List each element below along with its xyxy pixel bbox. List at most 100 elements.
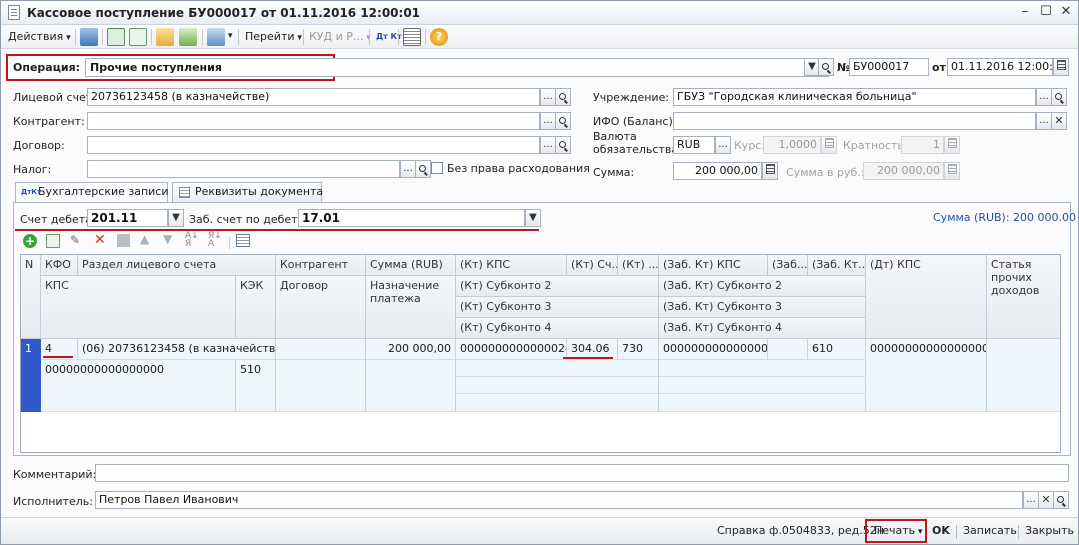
enter-on-basis-icon[interactable] bbox=[207, 28, 225, 46]
goto-menu-button[interactable]: Перейти bbox=[242, 27, 305, 47]
col-header-kt-account[interactable]: (Кт) Сч... bbox=[567, 255, 618, 276]
offbalance-account-field[interactable]: 17.01 bbox=[298, 209, 525, 227]
row-number-cell[interactable]: 1 bbox=[21, 339, 41, 412]
cell-other-income[interactable] bbox=[987, 339, 1060, 412]
col-header-sum[interactable]: Сумма (RUB) bbox=[366, 255, 456, 276]
operation-search-button[interactable] bbox=[818, 58, 834, 76]
date-field[interactable]: 01.11.2016 12:00:01 bbox=[947, 58, 1053, 76]
institution-search-button[interactable] bbox=[1051, 88, 1067, 106]
cell-zkt-sub2[interactable] bbox=[659, 360, 866, 377]
edit-document-icon[interactable] bbox=[156, 28, 174, 46]
number-field[interactable]: БУ000017 bbox=[849, 58, 929, 76]
post-document-icon[interactable] bbox=[80, 28, 98, 46]
col-header-purpose[interactable]: Назначение платежа bbox=[366, 276, 456, 339]
col-header-contract[interactable]: Договор bbox=[276, 276, 366, 339]
close-icon[interactable]: ✕ bbox=[1057, 4, 1075, 21]
col-header-kfo[interactable]: КФО bbox=[41, 255, 78, 276]
maximize-icon[interactable]: ☐ bbox=[1037, 4, 1055, 21]
date-calendar-button[interactable] bbox=[1053, 58, 1069, 76]
cell-zkt-a[interactable] bbox=[768, 339, 808, 360]
delete-row-icon[interactable]: ✕ bbox=[94, 232, 106, 248]
cell-kek[interactable]: 510 bbox=[236, 360, 276, 412]
offbalance-account-dropdown-button[interactable]: ▼ bbox=[525, 209, 541, 227]
cell-sum[interactable]: 200 000,00 bbox=[366, 339, 456, 360]
cell-kt-extra[interactable]: 730 bbox=[618, 339, 659, 360]
col-header-other-income[interactable]: Статья прочих доходов bbox=[987, 255, 1060, 339]
account-select-button[interactable]: ... bbox=[540, 88, 556, 106]
ifo-field[interactable] bbox=[673, 112, 1036, 130]
sort-asc-icon[interactable]: А↓ Я bbox=[185, 232, 199, 249]
cell-contract[interactable] bbox=[276, 360, 366, 412]
refresh-icon[interactable] bbox=[107, 28, 125, 46]
col-header-kt-kps[interactable]: (Кт) КПС bbox=[456, 255, 567, 276]
tax-select-button[interactable]: ... bbox=[400, 160, 416, 178]
copy-row-icon[interactable] bbox=[46, 234, 60, 248]
cell-kt-sub2[interactable] bbox=[456, 360, 659, 377]
cell-contragent[interactable] bbox=[276, 339, 366, 360]
sum-calc-button[interactable] bbox=[762, 162, 778, 180]
cell-zkt-b[interactable]: 610 bbox=[808, 339, 866, 360]
contract-field[interactable] bbox=[87, 136, 540, 154]
dt-kt-icon[interactable]: Дт Кт bbox=[373, 27, 405, 47]
tax-field[interactable] bbox=[87, 160, 400, 178]
account-search-button[interactable] bbox=[555, 88, 571, 106]
currency-select-button[interactable]: ... bbox=[715, 136, 731, 154]
tab-accounting-entries[interactable]: ДтКт Бухгалтерские записи bbox=[15, 182, 169, 203]
cell-zkt-sub3[interactable] bbox=[659, 377, 866, 394]
journal-icon[interactable] bbox=[403, 28, 421, 46]
ifo-select-button[interactable]: ... bbox=[1036, 112, 1052, 130]
fill-icon[interactable] bbox=[236, 234, 250, 247]
executor-select-button[interactable]: ... bbox=[1023, 491, 1039, 509]
col-header-kt-sub3[interactable]: (Кт) Субконто 3 bbox=[456, 297, 659, 318]
executor-field[interactable]: Петров Павел Иванович bbox=[95, 491, 1023, 509]
cell-kt-sub4[interactable] bbox=[456, 394, 659, 412]
ifo-clear-button[interactable]: ✕ bbox=[1051, 112, 1067, 130]
move-up-icon[interactable]: ▲ bbox=[140, 232, 149, 246]
add-row-icon[interactable]: + bbox=[23, 234, 37, 248]
col-header-kt-extra[interactable]: (Кт) ... bbox=[618, 255, 659, 276]
minimize-icon[interactable]: – bbox=[1016, 4, 1034, 21]
col-header-kt-sub2[interactable]: (Кт) Субконто 2 bbox=[456, 276, 659, 297]
cell-kt-kps[interactable]: 00000000000000244 bbox=[456, 339, 567, 360]
contragent-search-button[interactable] bbox=[555, 112, 571, 130]
copy-document-icon[interactable] bbox=[129, 28, 147, 46]
contract-search-button[interactable] bbox=[555, 136, 571, 154]
cell-purpose[interactable] bbox=[366, 360, 456, 412]
cell-zkt-kps[interactable]: 000000000000000... bbox=[659, 339, 768, 360]
cell-section[interactable]: (06) 20736123458 (в казначействе) bbox=[78, 339, 276, 360]
save-button[interactable]: Записать bbox=[963, 524, 1017, 537]
contract-select-button[interactable]: ... bbox=[540, 136, 556, 154]
executor-search-button[interactable] bbox=[1053, 491, 1069, 509]
cell-kps[interactable]: 00000000000000000 bbox=[41, 360, 236, 412]
account-field[interactable]: 20736123458 (в казначействе) bbox=[87, 88, 540, 106]
debit-account-dropdown-button[interactable]: ▼ bbox=[168, 209, 184, 227]
col-header-section[interactable]: Раздел лицевого счета bbox=[78, 255, 276, 276]
kud-menu-button[interactable]: КУД и Р... bbox=[306, 27, 374, 47]
col-header-kek[interactable]: КЭК bbox=[236, 276, 276, 339]
institution-field[interactable]: ГБУЗ "Городская клиническая больница" bbox=[673, 88, 1036, 106]
col-header-zkt-a[interactable]: (Заб... bbox=[768, 255, 808, 276]
col-header-zkt-sub2[interactable]: (Заб. Кт) Субконто 2 bbox=[659, 276, 866, 297]
tab-document-details[interactable]: Реквизиты документа bbox=[172, 182, 323, 202]
actions-menu-button[interactable]: Действия bbox=[5, 27, 74, 47]
debit-account-field[interactable]: 201.11 bbox=[87, 209, 168, 227]
cell-kt-sub3[interactable] bbox=[456, 377, 659, 394]
sum-field[interactable]: 200 000,00 bbox=[673, 162, 762, 180]
edit-row-icon[interactable]: ✎ bbox=[70, 233, 80, 247]
currency-field[interactable]: RUB bbox=[673, 136, 715, 154]
contragent-select-button[interactable]: ... bbox=[540, 112, 556, 130]
ok-button[interactable]: OK bbox=[932, 524, 950, 537]
sort-desc-icon[interactable]: Я↓ А bbox=[208, 232, 222, 249]
institution-select-button[interactable]: ... bbox=[1036, 88, 1052, 106]
no-spending-checkbox[interactable] bbox=[431, 162, 443, 174]
col-header-zkt-sub3[interactable]: (Заб. Кт) Субконто 3 bbox=[659, 297, 866, 318]
contragent-field[interactable] bbox=[87, 112, 540, 130]
operation-select[interactable]: Прочие поступления bbox=[85, 58, 829, 77]
help-icon[interactable]: ? bbox=[430, 28, 448, 46]
col-header-zkt-sub4[interactable]: (Заб. Кт) Субконто 4 bbox=[659, 318, 866, 339]
col-header-zkt-b[interactable]: (Заб. Кт... bbox=[808, 255, 866, 276]
print-button[interactable]: Печать bbox=[874, 524, 923, 537]
col-header-n[interactable]: N bbox=[21, 255, 41, 339]
tax-search-button[interactable] bbox=[415, 160, 431, 178]
col-header-contragent[interactable]: Контрагент bbox=[276, 255, 366, 276]
